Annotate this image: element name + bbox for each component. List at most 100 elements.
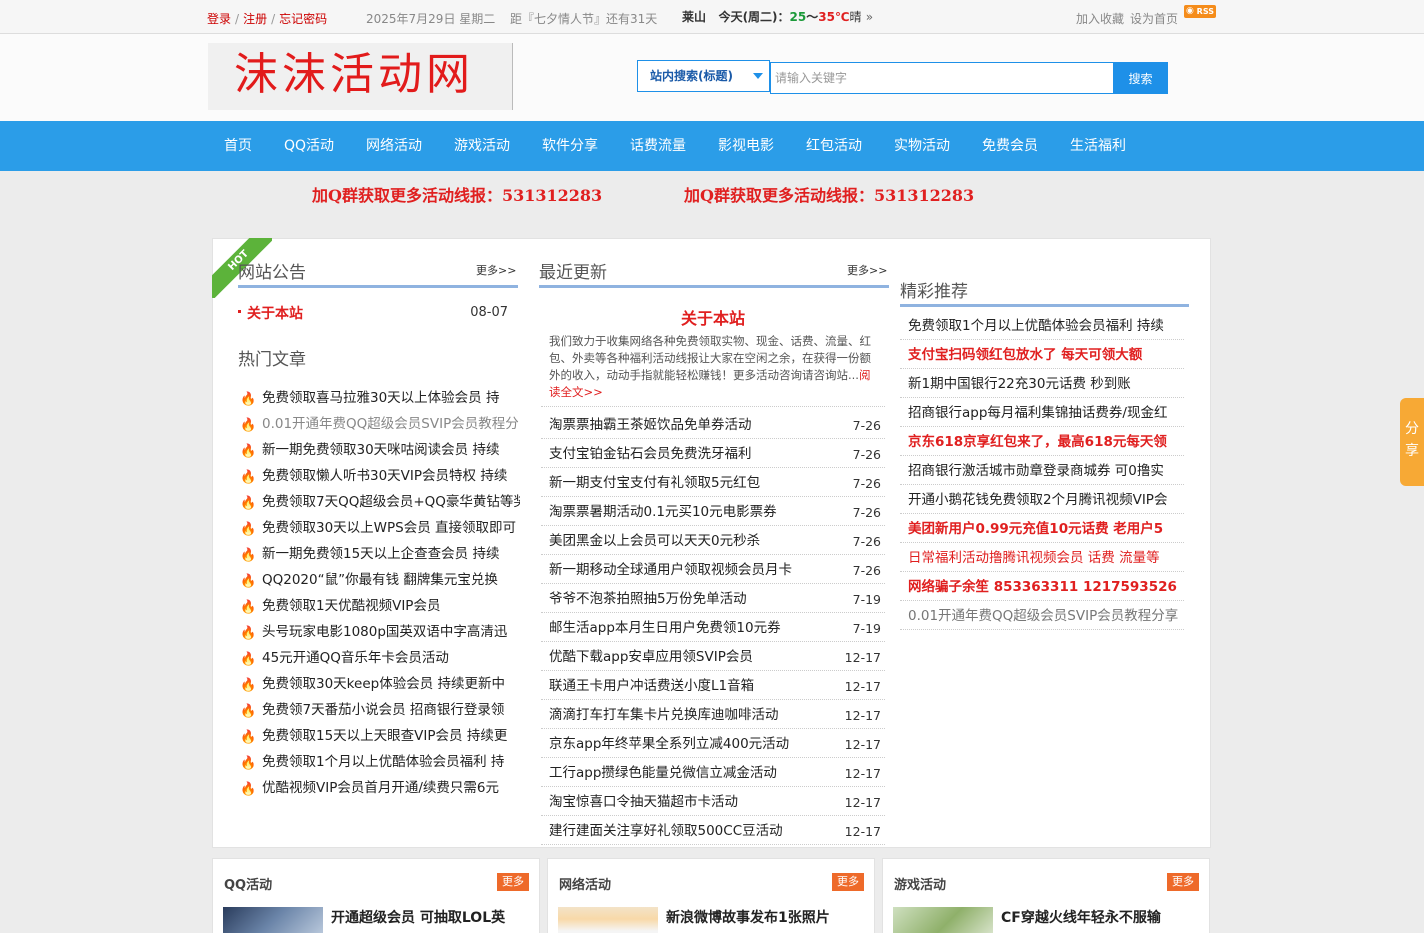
list-item[interactable]: 淘宝惊喜口令抽天猫超市卡活动 12-17 [541, 787, 885, 816]
article-thumbnail[interactable] [223, 907, 323, 933]
flame-icon: 🔥 [240, 626, 257, 641]
list-item[interactable]: 爷爷不泡茶拍照抽5万份免单活动 7-19 [541, 584, 885, 613]
list-item[interactable]: 🔥 45元开通QQ音乐年卡会员活动 [238, 647, 520, 673]
list-item[interactable]: 京东618京享红包来了，最高618元每天领 [900, 427, 1184, 456]
list-item-title: 新一期支付宝支付有礼领取5元红包 [549, 475, 761, 491]
list-item[interactable]: 优酷下载app安卓应用领SVIP会员 12-17 [541, 642, 885, 671]
recommend-list: 免费领取1个月以上优酷体验会员福利 持续 支付宝扫码领红包放水了 每天可领大额 … [900, 311, 1184, 630]
list-item[interactable]: 淘票票抽霸王茶姬饮品免单券活动 7-26 [541, 410, 885, 439]
notice-more-link[interactable]: 更多>> [476, 262, 516, 278]
list-item[interactable]: 建行建面关注享好礼领取500CC豆活动 12-17 [541, 816, 885, 845]
list-item-title: 0.01开通年费QQ超级会员SVIP会员教程分 [262, 416, 519, 432]
list-item[interactable]: 滴滴打车打车集卡片兑换库迪咖啡活动 12-17 [541, 700, 885, 729]
login-link[interactable]: 登录 [207, 12, 231, 26]
nav-item-physical[interactable]: 实物活动 [878, 121, 966, 171]
flame-icon: 🔥 [240, 678, 257, 693]
list-item-date: 12-17 [844, 708, 881, 723]
search-scope-select[interactable]: 站内搜索(标题) [637, 60, 770, 92]
list-item[interactable]: 新一期移动全球通用户领取视频会员月卡 7-26 [541, 555, 885, 584]
list-item[interactable]: 支付宝铂金钻石会员免费洗牙福利 7-26 [541, 439, 885, 468]
bookmark-link[interactable]: 加入收藏 [1076, 12, 1124, 26]
list-item-title: 京东app年终苹果全系列立减400元活动 [549, 736, 790, 752]
qq-group-promo-right[interactable]: 加Q群获取更多活动线报：531312283 [684, 182, 974, 206]
list-item[interactable]: 京东app年终苹果全系列立减400元活动 12-17 [541, 729, 885, 758]
list-item[interactable]: 日常福利活动撸腾讯视频会员 话费 流量等 [900, 543, 1184, 572]
search-input[interactable] [770, 62, 1114, 94]
list-item-title: 美团黑金以上会员可以天天0元秒杀 [549, 533, 761, 549]
list-item[interactable]: 美团黑金以上会员可以天天0元秒杀 7-26 [541, 526, 885, 555]
list-item[interactable]: 🔥 头号玩家电影1080p国英双语中字高清迅 [238, 621, 520, 647]
list-item[interactable]: 🔥 免费领取喜马拉雅30天以上体验会员 持 [238, 387, 520, 413]
box-more-button[interactable]: 更多 [497, 873, 529, 891]
list-item[interactable]: 🔥 免费领取1天优酷视频VIP会员 [238, 595, 520, 621]
rss-label: RSS [1196, 7, 1214, 16]
qq-group-promo-left[interactable]: 加Q群获取更多活动线报：531312283 [312, 182, 602, 206]
list-item[interactable]: 🔥 免费领取30天keep体验会员 持续更新中 [238, 673, 520, 699]
list-item[interactable]: 淘票票暑期活动0.1元买10元电影票券 7-26 [541, 497, 885, 526]
list-item[interactable]: 新1期中国银行22充30元话费 秒到账 [900, 369, 1184, 398]
search-button[interactable]: 搜索 [1113, 62, 1168, 94]
list-item[interactable]: 🔥 QQ2020“鼠”你最有钱 翻牌集元宝兑换 [238, 569, 520, 595]
list-item[interactable]: 开通小鹅花钱免费领取2个月腾讯视频VIP会 [900, 485, 1184, 514]
list-item[interactable]: 🔥 免费领取7天QQ超级会员+QQ豪华黄钻等奖 [238, 491, 520, 517]
nav-item-software[interactable]: 软件分享 [526, 121, 614, 171]
rss-icon[interactable]: RSS [1184, 5, 1216, 18]
set-homepage-link[interactable]: 设为首页 [1130, 12, 1178, 26]
list-item-title: 滴滴打车打车集卡片兑换库迪咖啡活动 [549, 707, 779, 723]
list-item[interactable]: 🔥 新一期免费领取30天咪咕阅读会员 持续 [238, 439, 520, 465]
notice-title: 网站公告 [238, 263, 306, 283]
article-thumbnail[interactable] [893, 907, 993, 933]
nav-item-home[interactable]: 首页 [208, 121, 268, 171]
temp-separator: ～ [806, 10, 819, 24]
box-more-button[interactable]: 更多 [1167, 873, 1199, 891]
weather-widget[interactable]: 莱山 今天(周二)：25～35℃晴 » [682, 8, 873, 25]
list-item[interactable]: 🔥 优酷视频VIP会员首月开通/续费只需6元 [238, 777, 520, 803]
list-item[interactable]: 邮生活app本月生日用户免费领10元券 7-19 [541, 613, 885, 642]
network-activity-box: 网络活动 更多 新浪微博故事发布1张照片 [547, 858, 875, 933]
list-item-title: 工行app攒绿色能量兑微信立减金活动 [549, 765, 777, 781]
weather-condition: 晴 [849, 10, 862, 24]
register-link[interactable]: 注册 [243, 12, 267, 26]
nav-item-phone-data[interactable]: 话费流量 [614, 121, 702, 171]
list-item-title: 新一期移动全球通用户领取视频会员月卡 [549, 562, 792, 578]
list-item[interactable]: 招商银行激活城市勋章登录商城券 可0撸实 [900, 456, 1184, 485]
list-item[interactable]: 🔥 新一期免费领15天以上企查查会员 持续 [238, 543, 520, 569]
article-thumbnail[interactable] [558, 907, 658, 933]
nav-item-life[interactable]: 生活福利 [1054, 121, 1142, 171]
recent-more-link[interactable]: 更多>> [847, 262, 887, 278]
site-logo[interactable]: 沫沫活动网 [208, 43, 513, 110]
nav-item-games[interactable]: 游戏活动 [438, 121, 526, 171]
list-item[interactable]: 招商银行app每月福利集锦抽话费券/现金红 [900, 398, 1184, 427]
box-more-button[interactable]: 更多 [832, 873, 864, 891]
nav-item-qq[interactable]: QQ活动 [268, 121, 350, 171]
share-tab[interactable]: 分享 [1400, 398, 1424, 486]
nav-item-network[interactable]: 网络活动 [350, 121, 438, 171]
list-item[interactable]: 🔥 免费领取懒人听书30天VIP会员特权 持续 [238, 465, 520, 491]
list-item[interactable]: 0.01开通年费QQ超级会员SVIP会员教程分享 [900, 601, 1184, 630]
box-headline[interactable]: 开通超级会员 可抽取LOL英 [331, 907, 505, 927]
list-item[interactable]: 免费领取1个月以上优酷体验会员福利 持续 [900, 311, 1184, 340]
list-item-date: 12-17 [844, 737, 881, 752]
list-item[interactable]: 🔥 免费领取30天以上WPS会员 直接领取即可 [238, 517, 520, 543]
notice-item[interactable]: 关于本站 08-07 [238, 303, 516, 323]
list-item[interactable]: 联通王卡用户冲话费送小度L1音箱 12-17 [541, 671, 885, 700]
list-item[interactable]: 工行app攒绿色能量兑微信立减金活动 12-17 [541, 758, 885, 787]
list-item[interactable]: 🔥 免费领7天番茄小说会员 招商银行登录领 [238, 699, 520, 725]
list-item[interactable]: 🔥 免费领取15天以上天眼查VIP会员 持续更 [238, 725, 520, 751]
nav-item-movies[interactable]: 影视电影 [702, 121, 790, 171]
forgot-password-link[interactable]: 忘记密码 [279, 12, 327, 26]
list-item[interactable]: 🔥 免费领取1个月以上优酷体验会员福利 持 [238, 751, 520, 777]
list-item[interactable]: 新一期支付宝支付有礼领取5元红包 7-26 [541, 468, 885, 497]
box-headline[interactable]: 新浪微博故事发布1张照片 [666, 907, 830, 927]
list-item[interactable]: 美团新用户0.99元充值10元话费 老用户5 [900, 514, 1184, 543]
about-title[interactable]: 关于本站 [538, 305, 888, 329]
list-item[interactable]: 网络骗子余笙 853363311 1217593526 [900, 572, 1184, 601]
list-item-title: 免费领取15天以上天眼查VIP会员 持续更 [262, 728, 508, 744]
nav-item-free-vip[interactable]: 免费会员 [966, 121, 1054, 171]
list-item[interactable]: 支付宝扫码领红包放水了 每天可领大额 [900, 340, 1184, 369]
list-item-title: 邮生活app本月生日用户免费领10元券 [549, 620, 781, 636]
list-item[interactable]: 🔥 0.01开通年费QQ超级会员SVIP会员教程分 [238, 413, 520, 439]
nav-item-red-packets[interactable]: 红包活动 [790, 121, 878, 171]
list-item-title: 建行建面关注享好礼领取500CC豆活动 [549, 823, 783, 839]
box-headline[interactable]: CF穿越火线年轻永不服输 [1001, 907, 1161, 927]
